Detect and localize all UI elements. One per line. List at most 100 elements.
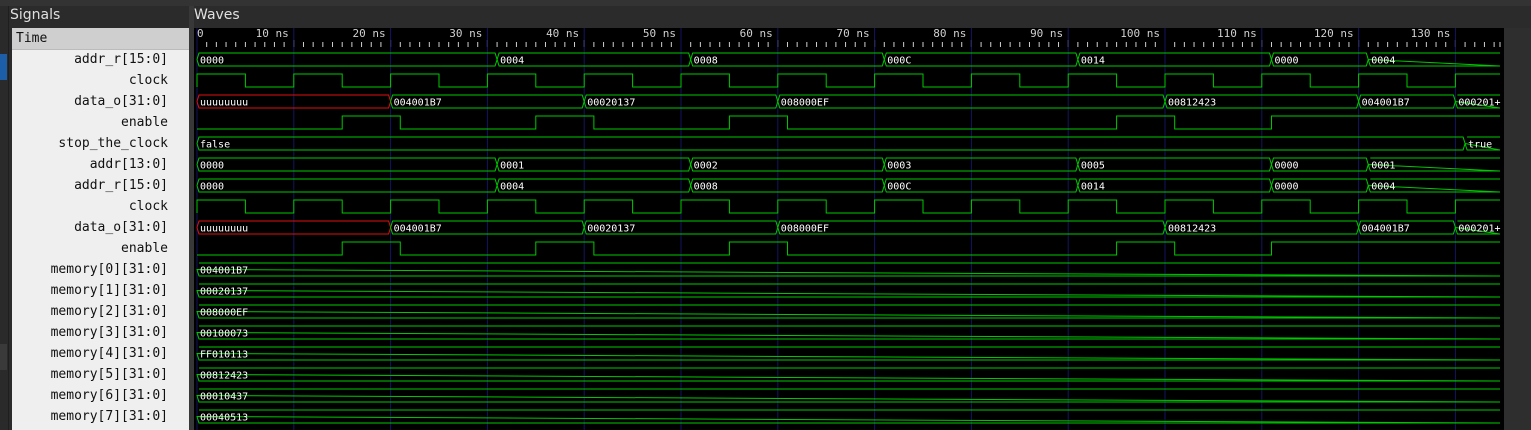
bus-segment bbox=[196, 409, 1501, 424]
bus-value: 00020137 bbox=[587, 224, 635, 235]
bus-segment bbox=[1077, 52, 1273, 67]
dock-tab[interactable] bbox=[0, 344, 7, 370]
bus-value: 0000 bbox=[1274, 161, 1298, 172]
signal-name: memory[5][31:0] bbox=[50, 367, 168, 382]
signal-row[interactable]: addr_r[15:0] bbox=[12, 175, 189, 196]
waves-side-panel bbox=[1504, 28, 1531, 430]
waveform-viewer[interactable]: 0 10 ns 20 ns 30 ns 40 ns 50 ns 60 ns 70 ns 80 n… bbox=[194, 28, 1504, 430]
bus-value: 000201+ bbox=[1458, 224, 1500, 235]
bus-value: 000201+ bbox=[1458, 98, 1500, 109]
bus-segment bbox=[196, 136, 1466, 151]
signal-row[interactable]: memory[5][31:0] bbox=[12, 364, 189, 385]
bus-segment bbox=[196, 52, 498, 67]
waveform-trace: uuuuuuuu 004001B7 00020137 008000EF 00812423… bbox=[196, 94, 1501, 109]
waveform-canvas[interactable]: 0 10 ns 20 ns 30 ns 40 ns 50 ns 60 ns 70 ns 80 n… bbox=[194, 28, 1504, 430]
tick-label: 30 ns bbox=[449, 28, 482, 40]
signal-row[interactable]: memory[0][31:0] bbox=[12, 259, 189, 280]
bus-segment bbox=[196, 325, 1501, 340]
signal-row[interactable]: memory[2][31:0] bbox=[12, 301, 189, 322]
waveform-trace: uuuuuuuu 004001B7 00020137 008000EF 00812423… bbox=[196, 220, 1501, 235]
signal-row[interactable]: memory[7][31:0] bbox=[12, 406, 189, 427]
bus-value: 0004 bbox=[1371, 56, 1395, 67]
waveform-trace: 00040513 bbox=[196, 409, 1501, 424]
bus-value: 000C bbox=[887, 182, 911, 193]
signal-name: memory[2][31:0] bbox=[50, 304, 168, 319]
bus-value: 004001B7 bbox=[1362, 98, 1410, 109]
tick-label: 80 ns bbox=[933, 28, 966, 40]
bus-value: 004001B7 bbox=[394, 224, 442, 235]
bus-segment bbox=[1077, 157, 1273, 172]
signal-name: enable bbox=[121, 241, 168, 256]
bus-value: 008000EF bbox=[781, 98, 829, 109]
bus-value: 00010437 bbox=[200, 392, 248, 403]
bus-value: 004001B7 bbox=[394, 98, 442, 109]
bit-wave bbox=[196, 73, 1500, 88]
bus-value: 0000 bbox=[1274, 56, 1298, 67]
bus-value: 0014 bbox=[1081, 56, 1105, 67]
signal-row[interactable]: memory[6][31:0] bbox=[12, 385, 189, 406]
signal-row[interactable]: enable bbox=[12, 238, 189, 259]
bus-value: FF010113 bbox=[200, 350, 248, 361]
bus-segment bbox=[196, 283, 1501, 298]
bus-value: 0004 bbox=[1371, 182, 1395, 193]
bus-segment bbox=[196, 367, 1501, 382]
bit-wave bbox=[197, 115, 1500, 130]
tick-label: 10 ns bbox=[256, 28, 289, 40]
bus-value: 00020137 bbox=[587, 98, 635, 109]
bus-value: 0001 bbox=[500, 161, 524, 172]
signal-row[interactable]: addr_r[15:0] bbox=[12, 49, 189, 70]
tick-label: 100 ns bbox=[1120, 28, 1160, 40]
side-dock-strip bbox=[0, 6, 9, 430]
signal-row[interactable]: data_o[31:0] bbox=[12, 91, 189, 112]
bus-segment bbox=[496, 157, 692, 172]
waveform-trace: 0000 0004 0008 000C 0014 0000 0004 bbox=[196, 52, 1501, 67]
signal-row[interactable]: clock bbox=[12, 70, 189, 91]
waveform-trace: 008000EF bbox=[196, 304, 1501, 319]
waveform-trace: 0000 0001 0002 0003 0005 0000 0001 bbox=[196, 157, 1501, 172]
signal-row[interactable]: memory[4][31:0] bbox=[12, 343, 189, 364]
signal-name: memory[4][31:0] bbox=[50, 346, 168, 361]
signal-row[interactable]: addr[13:0] bbox=[12, 154, 189, 175]
bus-value: 00812423 bbox=[200, 371, 248, 382]
bus-value: 004001B7 bbox=[200, 266, 248, 277]
tick-label: 90 ns bbox=[1030, 28, 1063, 40]
signal-name: memory[1][31:0] bbox=[50, 283, 168, 298]
bus-value: true bbox=[1468, 140, 1492, 151]
signal-name: clock bbox=[128, 199, 168, 214]
tick-label: 20 ns bbox=[352, 28, 385, 40]
waveform-trace: 00812423 bbox=[196, 367, 1501, 382]
bus-value: 0002 bbox=[694, 161, 718, 172]
time-ruler: 0 10 ns 20 ns 30 ns 40 ns 50 ns 60 ns 70 ns 80 n… bbox=[196, 28, 1501, 47]
time-label: Time bbox=[16, 31, 48, 46]
signal-name: addr_r[15:0] bbox=[74, 52, 168, 67]
bus-value: 00812423 bbox=[1168, 224, 1216, 235]
dock-tab-active[interactable] bbox=[0, 54, 7, 80]
bus-value: 0004 bbox=[500, 56, 524, 67]
signal-row[interactable]: stop_the_clock bbox=[12, 133, 189, 154]
signal-row[interactable]: enable bbox=[12, 112, 189, 133]
bus-segment bbox=[690, 178, 885, 193]
bus-segment bbox=[496, 52, 692, 67]
waveform-trace: 00010437 bbox=[196, 388, 1501, 403]
signal-row[interactable]: memory[3][31:0] bbox=[12, 322, 189, 343]
bus-value: 0000 bbox=[200, 56, 224, 67]
waveform-trace: false true bbox=[196, 136, 1501, 151]
signal-name: enable bbox=[121, 115, 168, 130]
signal-name: addr[13:0] bbox=[89, 157, 168, 172]
signal-row[interactable]: data_o[31:0] bbox=[12, 217, 189, 238]
waves-pane-title: Waves bbox=[194, 7, 240, 23]
signals-list[interactable]: Time addr_r[15:0] clock data_o[31:0] enable… bbox=[12, 28, 189, 430]
signal-name: addr_r[15:0] bbox=[74, 178, 168, 193]
bus-segment bbox=[196, 304, 1501, 319]
bit-wave bbox=[196, 199, 1500, 214]
signal-row[interactable]: memory[1][31:0] bbox=[12, 280, 189, 301]
bus-value: 0000 bbox=[1274, 182, 1298, 193]
tick-label: 110 ns bbox=[1217, 28, 1257, 40]
bus-segment bbox=[690, 157, 885, 172]
bus-value: 0014 bbox=[1081, 182, 1105, 193]
signal-row[interactable]: clock bbox=[12, 196, 189, 217]
bus-value: 00040513 bbox=[200, 413, 248, 424]
bus-segment bbox=[883, 157, 1079, 172]
bus-value: 00812423 bbox=[1168, 98, 1216, 109]
tick-label: 130 ns bbox=[1411, 28, 1451, 40]
